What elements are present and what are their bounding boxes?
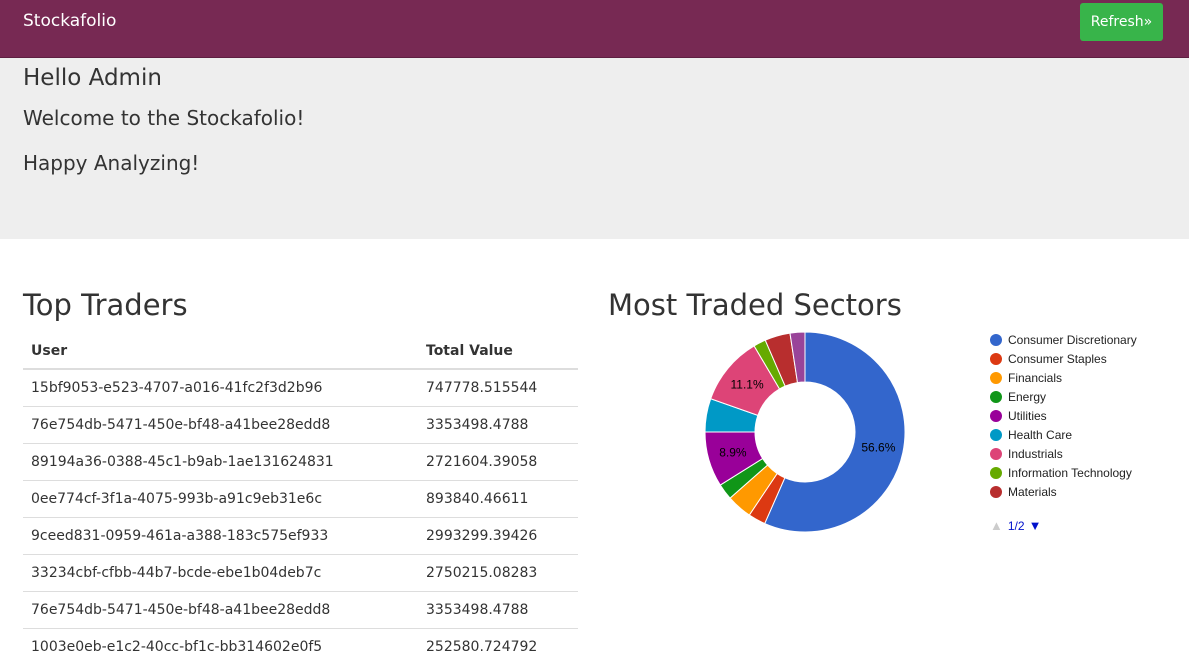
brand-link[interactable]: Stockafolio — [23, 11, 116, 31]
table-row: 9ceed831-0959-461a-a388-183c575ef933 299… — [23, 518, 578, 555]
legend-item[interactable]: Health Care — [990, 425, 1137, 444]
total-value-cell: 747778.515544 — [418, 369, 578, 407]
legend-label: Information Technology — [1008, 466, 1132, 480]
legend-swatch — [990, 353, 1002, 365]
slice-data-label: 56.6% — [861, 440, 895, 454]
table-row: 0ee774cf-3f1a-4075-993b-a91c9eb31e6c 893… — [23, 481, 578, 518]
legend-swatch — [990, 410, 1002, 422]
total-value-cell: 2993299.39426 — [418, 518, 578, 555]
legend-swatch — [990, 467, 1002, 479]
table-row: 76e754db-5471-450e-bf48-a41bee28edd8 335… — [23, 592, 578, 629]
total-value-cell: 2721604.39058 — [418, 444, 578, 481]
welcome-banner: Hello Admin Welcome to the Stockafolio! … — [0, 58, 1189, 239]
legend-swatch — [990, 448, 1002, 460]
top-traders-title: Top Traders — [23, 288, 188, 322]
total-value-cell: 893840.46611 — [418, 481, 578, 518]
slice-data-label: 11.1% — [730, 377, 763, 391]
most-traded-sectors-title: Most Traded Sectors — [608, 288, 902, 322]
legend-label: Health Care — [1008, 428, 1072, 442]
total-value-cell: 3353498.4788 — [418, 592, 578, 629]
user-id-cell: 33234cbf-cfbb-44b7-bcde-ebe1b04deb7c — [23, 555, 418, 592]
legend-label: Consumer Staples — [1008, 352, 1107, 366]
user-id-cell: 76e754db-5471-450e-bf48-a41bee28edd8 — [23, 592, 418, 629]
next-page-arrow-icon[interactable]: ▼ — [1029, 518, 1042, 533]
legend-label: Energy — [1008, 390, 1046, 404]
legend-label: Industrials — [1008, 447, 1063, 461]
legend-item[interactable]: Industrials — [990, 444, 1137, 463]
legend-item[interactable]: Consumer Discretionary — [990, 330, 1137, 349]
legend-label: Consumer Discretionary — [1008, 333, 1137, 347]
legend-item[interactable]: Materials — [990, 482, 1137, 501]
top-traders-table: User Total Value 15bf9053-e523-4707-a016… — [23, 333, 578, 665]
legend-item[interactable]: Utilities — [990, 406, 1137, 425]
table-row: 76e754db-5471-450e-bf48-a41bee28edd8 335… — [23, 407, 578, 444]
previous-page-arrow-icon: ▲ — [990, 518, 1003, 533]
legend-item[interactable]: Information Technology — [990, 463, 1137, 482]
legend-swatch — [990, 372, 1002, 384]
user-id-cell: 15bf9053-e523-4707-a016-41fc2f3d2b96 — [23, 369, 418, 407]
tagline-text: Happy Analyzing! — [23, 151, 199, 175]
legend-item[interactable]: Financials — [990, 368, 1137, 387]
legend-swatch — [990, 429, 1002, 441]
legend-label: Utilities — [1008, 409, 1047, 423]
total-value-cell: 2750215.08283 — [418, 555, 578, 592]
legend-label: Financials — [1008, 371, 1062, 385]
user-id-cell: 9ceed831-0959-461a-a388-183c575ef933 — [23, 518, 418, 555]
greeting-heading: Hello Admin — [23, 65, 162, 91]
legend-swatch — [990, 334, 1002, 346]
table-header-row: User Total Value — [23, 333, 578, 369]
legend-label: Materials — [1008, 485, 1057, 499]
legend-pager: ▲ 1/2 ▼ — [990, 518, 1041, 533]
legend-page-indicator: 1/2 — [1008, 519, 1025, 533]
table-row: 33234cbf-cfbb-44b7-bcde-ebe1b04deb7c 275… — [23, 555, 578, 592]
total-value-cell: 3353498.4788 — [418, 407, 578, 444]
legend-item[interactable]: Energy — [990, 387, 1137, 406]
slice-data-label: 8.9% — [719, 446, 747, 460]
user-id-cell: 89194a36-0388-45c1-b9ab-1ae131624831 — [23, 444, 418, 481]
sectors-donut-chart[interactable]: 56.6% 8.9% 11.1% — [690, 325, 920, 540]
refresh-button[interactable]: Refresh» — [1080, 3, 1163, 41]
legend-swatch — [990, 486, 1002, 498]
chart-legend: Consumer Discretionary Consumer Staples Fi… — [990, 330, 1137, 501]
legend-swatch — [990, 391, 1002, 403]
welcome-text: Welcome to the Stockafolio! — [23, 106, 304, 130]
table-row: 15bf9053-e523-4707-a016-41fc2f3d2b96 747… — [23, 369, 578, 407]
user-id-cell: 76e754db-5471-450e-bf48-a41bee28edd8 — [23, 407, 418, 444]
navbar: Stockafolio Refresh» — [0, 0, 1189, 58]
column-header-user: User — [23, 333, 418, 369]
user-id-cell: 0ee774cf-3f1a-4075-993b-a91c9eb31e6c — [23, 481, 418, 518]
table-row: 89194a36-0388-45c1-b9ab-1ae131624831 272… — [23, 444, 578, 481]
legend-item[interactable]: Consumer Staples — [990, 349, 1137, 368]
column-header-total-value: Total Value — [418, 333, 578, 369]
